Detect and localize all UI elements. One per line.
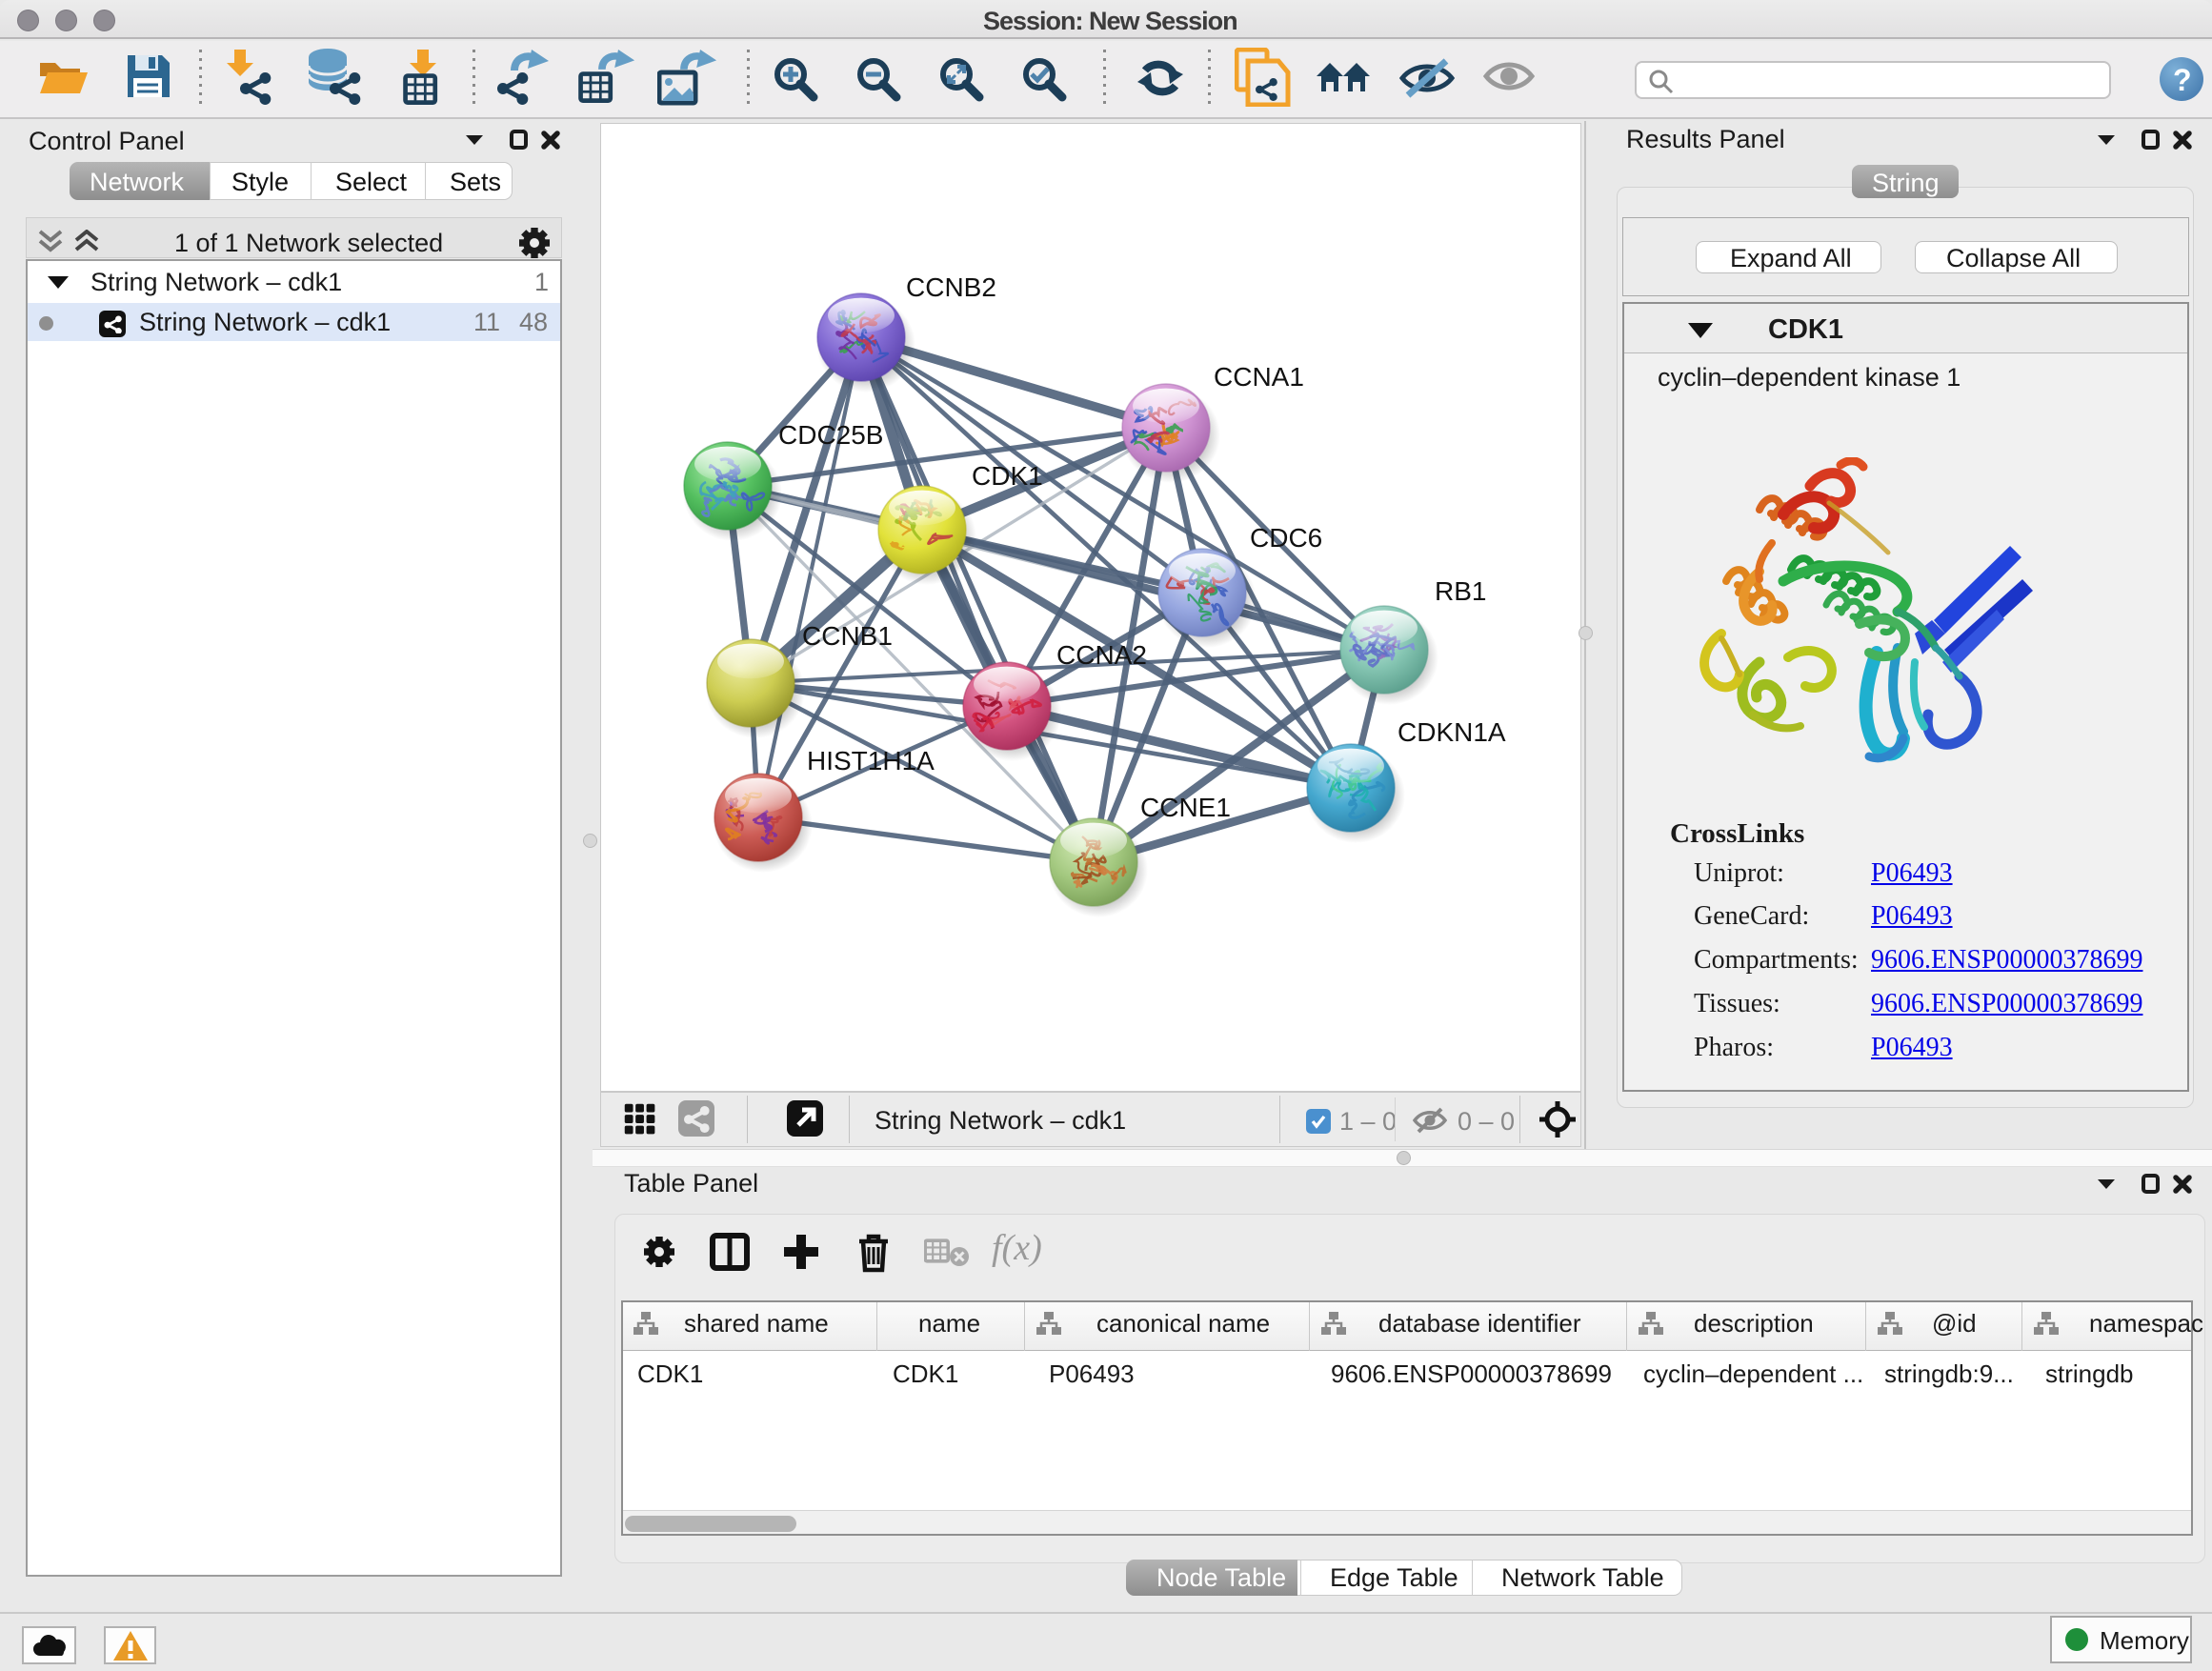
svg-text:CCNB2: CCNB2 [906, 272, 996, 302]
svg-text:CDC6: CDC6 [1250, 523, 1322, 553]
svg-text:RB1: RB1 [1435, 576, 1486, 606]
svg-text:CDK1: CDK1 [972, 461, 1043, 491]
svg-text:CCNA1: CCNA1 [1214, 362, 1304, 392]
svg-text:HIST1H1A: HIST1H1A [807, 746, 935, 775]
svg-text:CCNB1: CCNB1 [802, 621, 893, 651]
svg-text:CCNA2: CCNA2 [1056, 640, 1147, 670]
svg-text:CDKN1A: CDKN1A [1398, 717, 1506, 747]
svg-text:CDC25B: CDC25B [778, 420, 883, 450]
svg-text:CCNE1: CCNE1 [1140, 793, 1231, 822]
